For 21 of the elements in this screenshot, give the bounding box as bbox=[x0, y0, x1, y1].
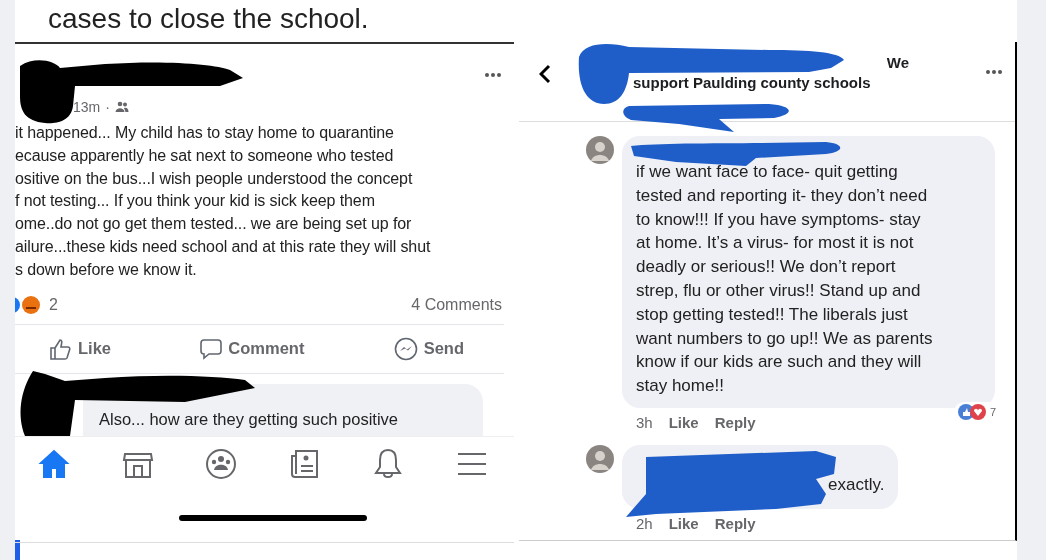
group-title: We bbox=[886, 54, 909, 71]
action-button[interactable]: Comment bbox=[200, 336, 305, 361]
reply-link[interactable]: Reply bbox=[714, 413, 756, 431]
separator-dot: · bbox=[105, 99, 110, 115]
article-text: cases to close the school. bbox=[47, 2, 370, 36]
reaction-badge[interactable]: 7 bbox=[953, 401, 999, 422]
post-time: 13m bbox=[73, 99, 101, 115]
reaction-count: 2 bbox=[49, 295, 58, 314]
comment-text: Also... how are they getting such positive bbox=[99, 409, 398, 428]
comment-text: exactly. bbox=[828, 473, 885, 496]
group-title: support Paulding county schools bbox=[633, 74, 871, 91]
action-button[interactable]: Send bbox=[393, 336, 464, 361]
like-link[interactable]: Like bbox=[668, 413, 699, 431]
comment-time: 3h bbox=[636, 413, 653, 431]
comment-text: if we want face to face- quit getting tested and reporting it- they don’t need to know!!! If you have symptoms- stay at home. It’s a virus- for most it is not deadly or serious!! We don’t report strep, flu or other virus!! Stand up and stop getting tested!! The liberals just want numbers to go up!! We as parents know if our kids are such and they will stay home!! bbox=[636, 161, 934, 398]
like-link[interactable]: Like bbox=[668, 514, 699, 532]
comments-count[interactable]: 4 Comments bbox=[411, 295, 502, 314]
reply-link[interactable]: Reply bbox=[714, 514, 756, 532]
comment-time: 2h bbox=[636, 514, 653, 532]
action-button[interactable]: Like bbox=[48, 336, 112, 361]
post-text: it happened... My child has to stay home to quarantine ecause apparently he sat next to someone who tested ositive on the bus...I wish people understood the concept f not testing... If you think your kid is sick keep them ome..do not go get them tested... we are being set up for ailure...these kids need school and at this rate they will shut s down before we know it. bbox=[15, 123, 432, 280]
